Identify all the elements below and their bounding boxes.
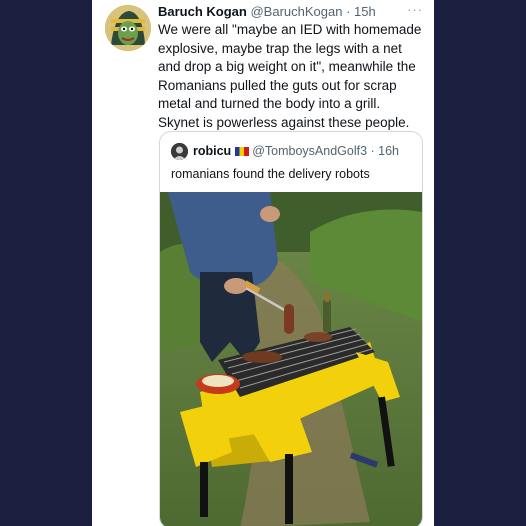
quoted-text: romanians found the delivery robots — [171, 167, 370, 181]
quoted-author-name[interactable]: robicu — [193, 144, 231, 158]
tweet-time[interactable]: 15h — [354, 4, 376, 19]
separator-dot: · — [367, 144, 379, 158]
quoted-time[interactable]: 16h — [378, 144, 399, 158]
separator-dot: · — [342, 4, 355, 19]
quoted-header: robicu @TomboysAndGolf3 · 16h — [193, 144, 399, 158]
tweet-header: Baruch Kogan @BaruchKogan · 15h — [158, 4, 376, 19]
tweet-card[interactable]: Baruch Kogan @BaruchKogan · 15h ··· We w… — [92, 0, 434, 526]
author-name[interactable]: Baruch Kogan — [158, 4, 247, 19]
quoted-author-handle[interactable]: @TomboysAndGolf3 — [252, 144, 367, 158]
author-avatar[interactable] — [105, 5, 151, 51]
quoted-tweet[interactable]: robicu @TomboysAndGolf3 · 16h romanians f… — [159, 131, 423, 526]
romania-flag-icon — [235, 147, 250, 156]
more-horizontal-icon[interactable]: ··· — [407, 2, 423, 17]
quoted-author-avatar[interactable] — [171, 143, 188, 160]
tweet-text: We were all "maybe an IED with homemade … — [158, 22, 422, 130]
author-handle[interactable]: @BaruchKogan — [250, 4, 342, 19]
quoted-photo[interactable] — [160, 192, 422, 526]
